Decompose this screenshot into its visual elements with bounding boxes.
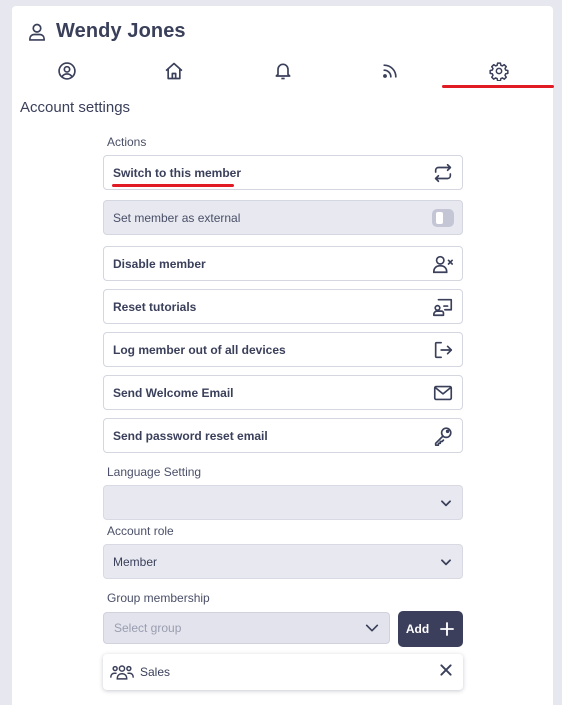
send-password-reset-label: Send password reset email — [113, 428, 268, 443]
disable-member-button[interactable]: Disable member — [103, 246, 463, 281]
user-circle-icon — [58, 62, 76, 80]
remove-group-button[interactable] — [439, 663, 453, 682]
reset-tutorials-label: Reset tutorials — [113, 299, 197, 314]
language-select[interactable] — [103, 485, 463, 520]
add-group-button[interactable]: Add — [398, 611, 463, 647]
member-header: Wendy Jones — [27, 20, 186, 43]
set-external-toggle-row[interactable]: Set member as external — [103, 200, 463, 235]
switch-member-label: Switch to this member — [113, 165, 242, 180]
key-icon — [434, 426, 452, 446]
section-title: Account settings — [20, 99, 131, 116]
tab-bar — [12, 56, 553, 96]
account-role-value: Member — [113, 554, 158, 569]
send-password-reset-button[interactable]: Send password reset email — [103, 418, 463, 453]
presentation-icon — [433, 298, 453, 316]
user-x-icon — [433, 255, 453, 273]
home-icon — [165, 62, 183, 80]
account-role-select[interactable]: Member — [103, 544, 463, 579]
active-action-indicator — [112, 184, 234, 187]
gear-icon — [489, 62, 509, 81]
plus-icon — [440, 622, 455, 636]
close-icon — [440, 663, 452, 676]
account-role-label: Account role — [107, 524, 174, 538]
logout-devices-button[interactable]: Log member out of all devices — [103, 332, 463, 367]
tab-profile[interactable] — [47, 58, 87, 84]
tab-home[interactable] — [154, 58, 194, 84]
active-tab-indicator — [442, 85, 554, 88]
tab-settings[interactable] — [479, 58, 519, 84]
group-chip: Sales — [103, 654, 463, 690]
group-select[interactable]: Select group — [103, 612, 390, 644]
disable-member-label: Disable member — [113, 256, 206, 271]
group-membership-label: Group membership — [107, 591, 210, 605]
tab-notifications[interactable] — [263, 58, 303, 84]
logout-devices-label: Log member out of all devices — [113, 342, 286, 357]
chevron-down-icon — [441, 558, 451, 565]
reset-tutorials-button[interactable]: Reset tutorials — [103, 289, 463, 324]
member-name: Wendy Jones — [56, 20, 186, 42]
language-label: Language Setting — [107, 465, 202, 479]
bell-icon — [275, 63, 291, 80]
group-select-placeholder: Select group — [114, 621, 182, 635]
group-chip-info: Sales — [110, 663, 170, 681]
users-group-icon — [110, 665, 134, 680]
tab-feed[interactable] — [370, 58, 410, 84]
rss-feed-icon — [383, 64, 397, 78]
switch-icon — [434, 163, 452, 182]
external-toggle[interactable] — [432, 208, 454, 227]
chevron-down-icon — [441, 499, 451, 506]
send-welcome-email-label: Send Welcome Email — [113, 385, 234, 400]
user-icon — [29, 23, 45, 41]
actions-label: Actions — [107, 135, 147, 149]
toggle-knob — [436, 211, 443, 224]
chevron-down-icon — [365, 624, 379, 632]
set-external-label: Set member as external — [113, 210, 241, 225]
add-group-label: Add — [405, 622, 430, 636]
group-chip-name: Sales — [140, 665, 171, 679]
member-settings-card: Wendy Jones Account settings Actions Swi… — [12, 6, 554, 705]
send-welcome-email-button[interactable]: Send Welcome Email — [103, 375, 463, 410]
logout-icon — [434, 341, 453, 358]
mail-icon — [433, 385, 453, 400]
